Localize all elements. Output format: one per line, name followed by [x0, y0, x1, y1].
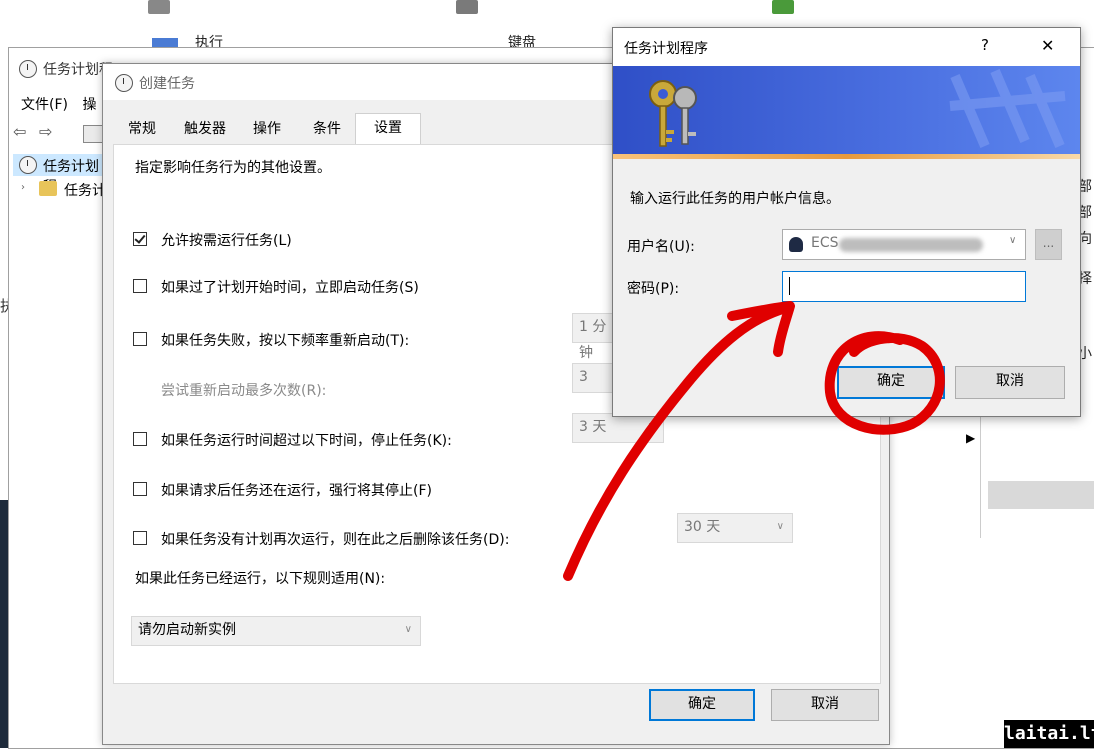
watermark: laitai.ltd — [1004, 720, 1094, 748]
red-annotation-overlay — [563, 301, 945, 581]
